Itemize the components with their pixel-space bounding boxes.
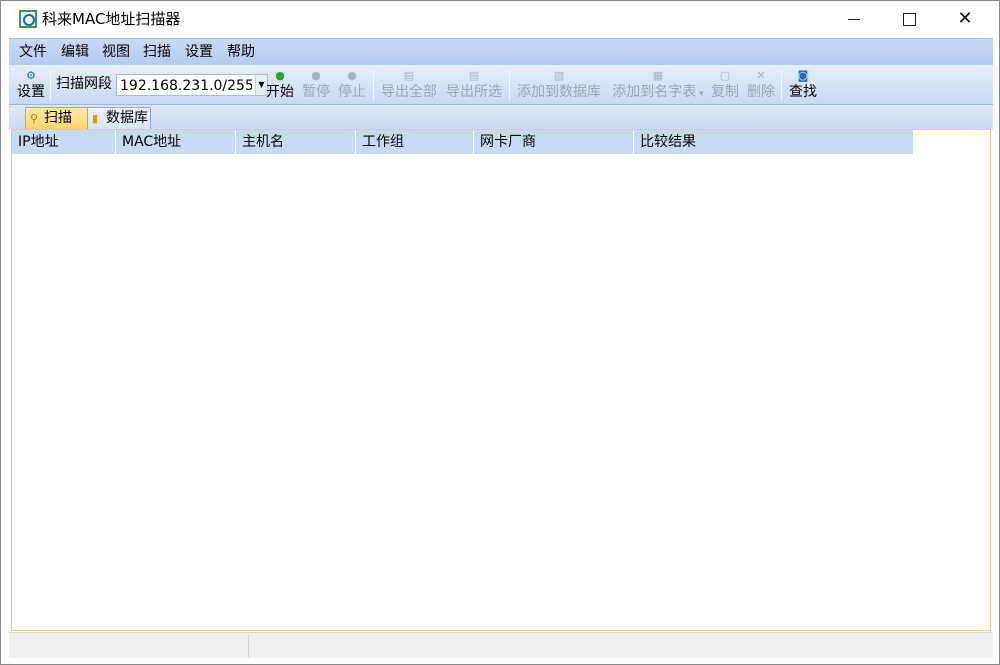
tab-database[interactable]: ▮ 数据库 bbox=[87, 107, 151, 129]
menu-help[interactable]: 帮助 bbox=[227, 42, 255, 62]
column-header-ip[interactable]: IP地址 bbox=[12, 130, 116, 154]
column-header-compare[interactable]: 比较结果 bbox=[634, 130, 913, 154]
toolbar-separator bbox=[781, 69, 782, 101]
settings-button[interactable]: ⚙ 设置 bbox=[15, 67, 47, 103]
export-selected-icon: ▤ bbox=[468, 69, 480, 82]
menu-bar: 文件 编辑 视图 扫描 设置 帮助 bbox=[9, 38, 993, 65]
column-header-hostname[interactable]: 主机名 bbox=[236, 130, 356, 154]
add-to-database-button[interactable]: ▧ 添加到数据库 bbox=[514, 67, 604, 103]
play-icon: ● bbox=[275, 69, 285, 82]
database-icon: ▮ bbox=[92, 112, 99, 125]
app-window: 科来MAC地址扫描器 ✕ 文件 编辑 视图 扫描 设置 帮助 ⚙ 设置 扫描网段… bbox=[0, 0, 1000, 665]
chevron-down-icon: ▾ bbox=[696, 89, 704, 99]
app-logo-icon bbox=[19, 10, 37, 28]
title-bar[interactable]: 科来MAC地址扫描器 ✕ bbox=[1, 1, 999, 37]
find-icon: ◙ bbox=[797, 69, 809, 82]
window-title: 科来MAC地址扫描器 bbox=[42, 10, 181, 28]
settings-icon: ⚙ bbox=[26, 69, 36, 82]
column-header-vendor[interactable]: 网卡厂商 bbox=[474, 130, 634, 154]
close-button[interactable]: ✕ bbox=[937, 1, 993, 37]
status-pane-left bbox=[9, 635, 249, 657]
toolbar-separator bbox=[509, 69, 510, 101]
start-button[interactable]: ● 开始 bbox=[264, 67, 296, 103]
scan-segment-value[interactable]: 192.168.231.0/255 bbox=[120, 77, 252, 95]
menu-file[interactable]: 文件 bbox=[19, 42, 47, 62]
menu-settings[interactable]: 设置 bbox=[185, 42, 213, 62]
export-all-button[interactable]: ▤ 导出全部 bbox=[378, 67, 440, 103]
results-grid[interactable]: IP地址 MAC地址 主机名 工作组 网卡厂商 比较结果 bbox=[11, 129, 991, 631]
grid-header: IP地址 MAC地址 主机名 工作组 网卡厂商 比较结果 bbox=[12, 130, 913, 154]
maximize-button[interactable] bbox=[882, 1, 938, 37]
status-bar bbox=[9, 632, 993, 658]
toolbar-separator bbox=[373, 69, 374, 101]
export-selected-button[interactable]: ▤ 导出所选 bbox=[443, 67, 505, 103]
toolbar-separator bbox=[50, 69, 51, 101]
copy-button[interactable]: ▢ 复制 bbox=[709, 67, 741, 103]
pause-icon: ● bbox=[311, 69, 321, 82]
tab-strip: ⚲ 扫描 ▮ 数据库 bbox=[9, 105, 993, 129]
stop-button[interactable]: ● 停止 bbox=[336, 67, 368, 103]
delete-button[interactable]: ✕ 删除 bbox=[745, 67, 777, 103]
find-button[interactable]: ◙ 查找 bbox=[787, 67, 819, 103]
toolbar: ⚙ 设置 扫描网段 192.168.231.0/255 ▼ ● 开始 ● 暂停 … bbox=[9, 65, 993, 105]
column-header-workgroup[interactable]: 工作组 bbox=[356, 130, 474, 154]
status-pane-right bbox=[249, 635, 993, 657]
scan-segment-label: 扫描网段 bbox=[56, 76, 112, 92]
magnifier-icon: ⚲ bbox=[30, 112, 39, 125]
add-database-icon: ▧ bbox=[553, 69, 565, 82]
delete-icon: ✕ bbox=[756, 69, 766, 82]
copy-icon: ▢ bbox=[719, 69, 731, 82]
add-namelist-icon: ▦ bbox=[652, 69, 664, 82]
export-all-icon: ▤ bbox=[403, 69, 415, 82]
menu-view[interactable]: 视图 bbox=[102, 42, 130, 62]
minimize-button[interactable] bbox=[827, 1, 883, 37]
stop-icon: ● bbox=[347, 69, 357, 82]
tab-scan[interactable]: ⚲ 扫描 bbox=[25, 107, 91, 129]
menu-scan[interactable]: 扫描 bbox=[143, 42, 171, 62]
column-header-mac[interactable]: MAC地址 bbox=[116, 130, 236, 154]
menu-edit[interactable]: 编辑 bbox=[61, 42, 89, 62]
scan-segment-combobox[interactable]: 192.168.231.0/255 ▼ bbox=[116, 74, 268, 96]
add-to-namelist-button[interactable]: ▦ 添加到名字表 ▾ bbox=[609, 67, 707, 103]
pause-button[interactable]: ● 暂停 bbox=[300, 67, 332, 103]
